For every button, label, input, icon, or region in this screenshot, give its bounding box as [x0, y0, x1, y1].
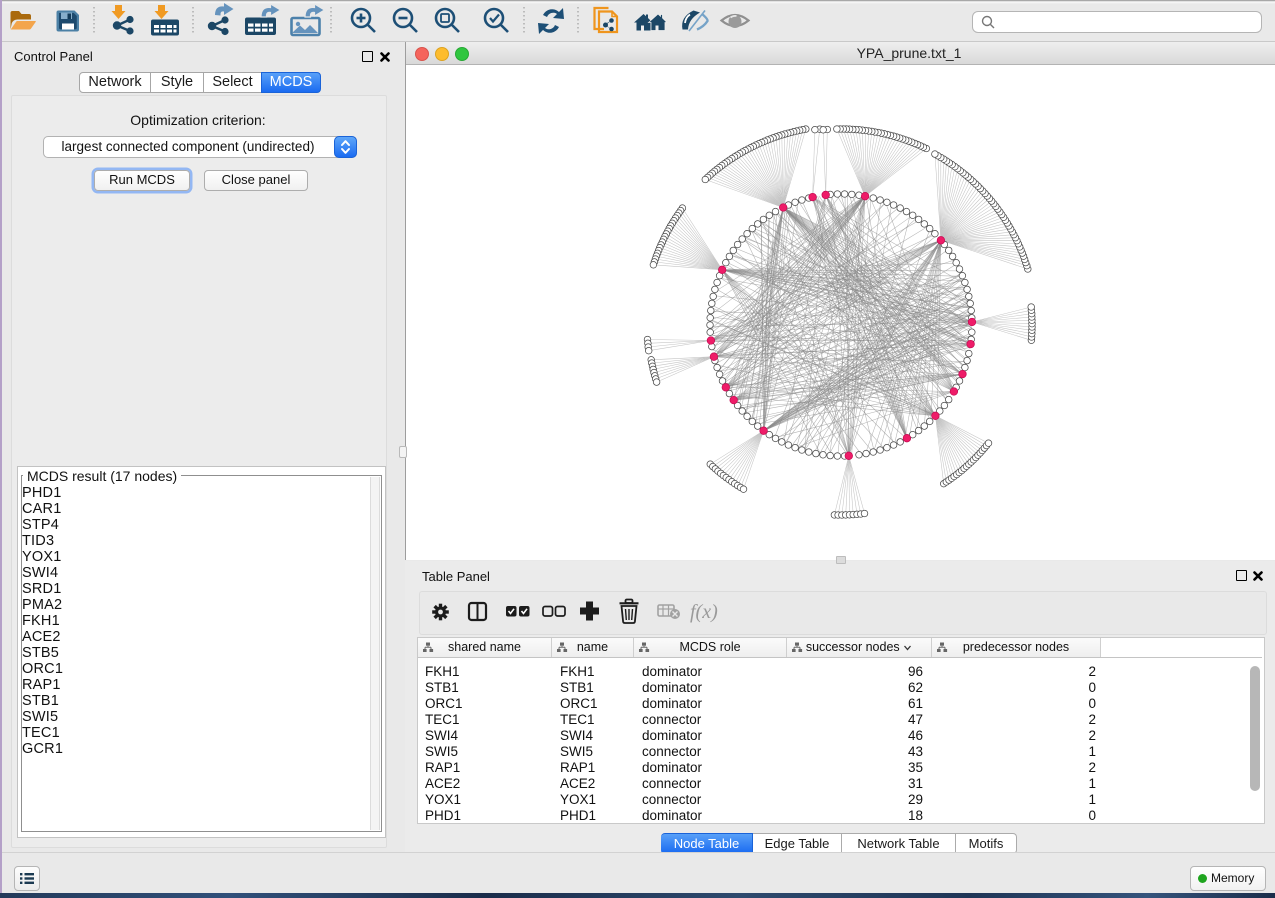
svg-text:f(x): f(x)	[690, 601, 718, 623]
